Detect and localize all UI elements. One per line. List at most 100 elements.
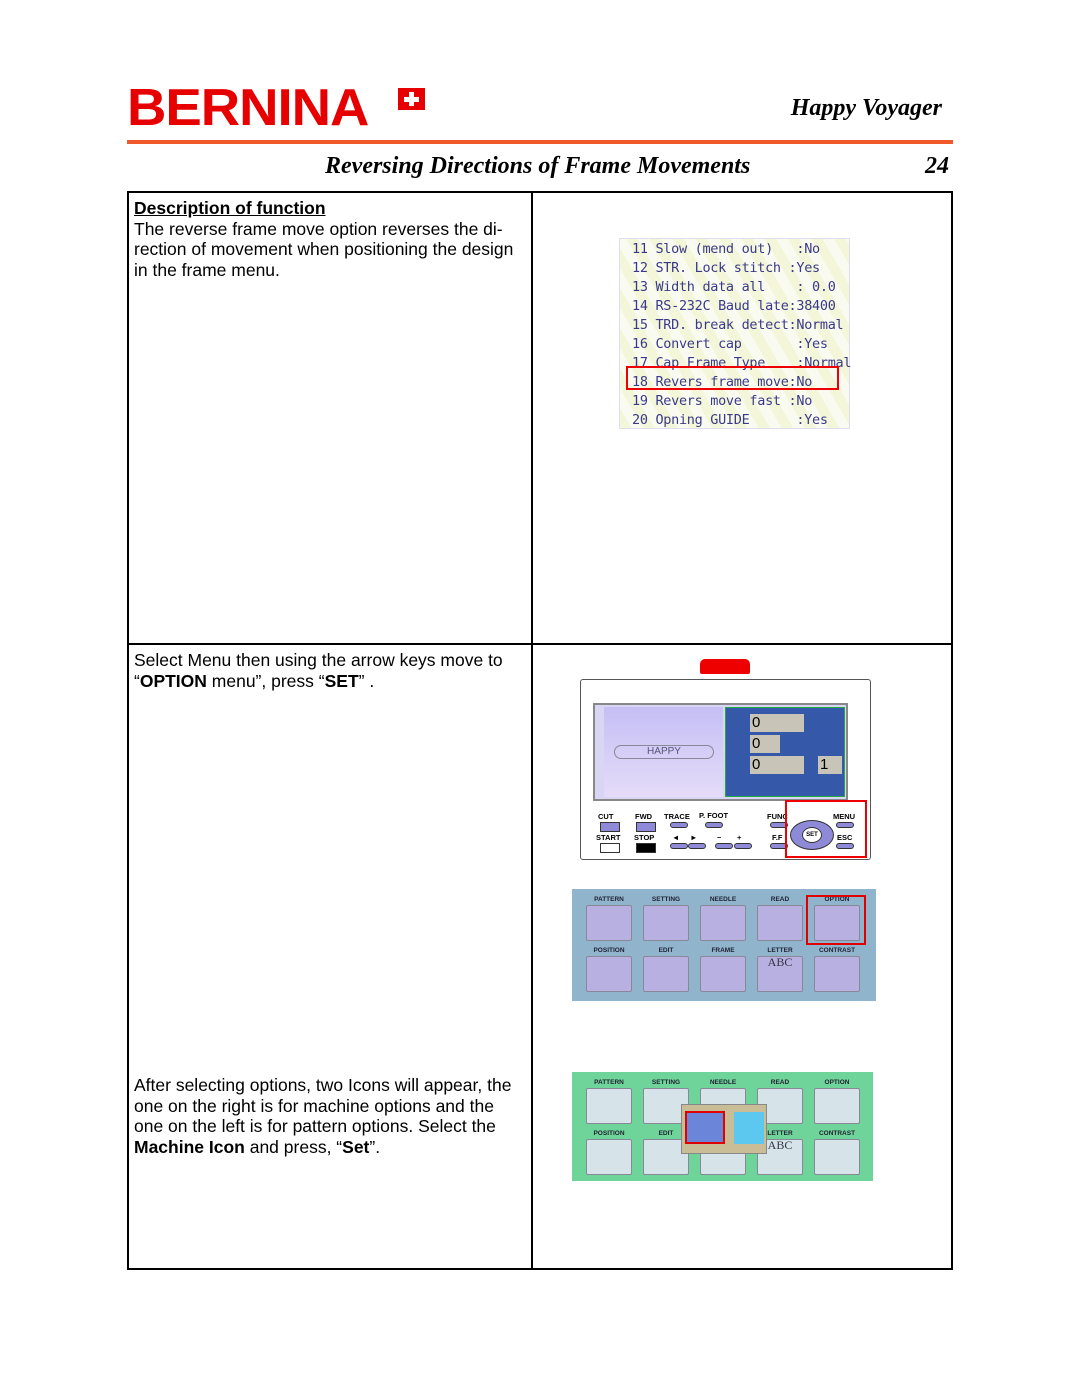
options-lcd-screen: 11 Slow (mend out) :No 12 STR. Lock stitc…: [619, 238, 851, 429]
panel-button: [600, 822, 620, 832]
panel-button: [688, 843, 706, 849]
text: After selecting options, two Icons will …: [134, 1075, 512, 1136]
panel-button-label: F.F: [772, 833, 783, 842]
panel-button-label: TRACE: [664, 812, 690, 821]
panel-button: [705, 822, 723, 828]
menu-item-contrast[interactable]: CONTRAST: [814, 947, 860, 992]
design-preview: HAPPY: [604, 707, 723, 797]
panel-button-label: +: [737, 833, 742, 842]
panel-button: [715, 843, 733, 849]
menu-label: LETTER: [767, 947, 793, 954]
panel-button: [600, 843, 620, 853]
option-line: 11 Slow (mend out) :No: [632, 241, 820, 257]
text: ”.: [369, 1136, 381, 1157]
panel-button-label: START: [596, 833, 621, 842]
menu-label: SETTING: [651, 896, 681, 903]
menu-label: PATTERN: [594, 1079, 624, 1086]
set-word: Set: [342, 1136, 370, 1157]
menu-label: POSITION: [593, 947, 625, 954]
position-icon: [586, 1139, 632, 1175]
menu-item-pattern[interactable]: PATTERN: [586, 1079, 632, 1124]
swiss-cross-icon: [398, 88, 425, 110]
menu-item-position[interactable]: POSITION: [586, 1130, 632, 1175]
letter-icon: ABC: [757, 956, 803, 992]
option-word: OPTION: [139, 670, 207, 691]
main-menu-screen: PATTERN SETTING NEEDLE READ OPTION POSITION ED…: [572, 889, 876, 1001]
menu-label: CONTRAST: [818, 1130, 856, 1137]
page-title: Reversing Directions of Frame Movements: [325, 153, 751, 179]
panel-button-label: −: [717, 833, 722, 842]
option-line: 19 Revers move fast :No: [632, 393, 813, 409]
menu-label: NEEDLE: [709, 896, 737, 903]
needle-icon: [700, 905, 746, 941]
option-line: 15 TRD. break detect:Normal: [632, 317, 844, 333]
menu-label: NEEDLE: [709, 1079, 737, 1086]
menu-item-option[interactable]: OPTION: [806, 895, 866, 945]
menu-item-letter[interactable]: LETTER ABC: [757, 947, 803, 992]
menu-label: READ: [770, 1079, 790, 1086]
bernina-logo: BERNINA: [127, 79, 369, 137]
panel-button: [670, 822, 688, 828]
option-type-popup: [681, 1104, 767, 1154]
machine-icon-word: Machine Icon: [134, 1136, 245, 1157]
menu-item-needle[interactable]: NEEDLE: [700, 896, 746, 941]
machine-options-icon[interactable]: [685, 1111, 725, 1144]
description-cell: Description of function The reverse fram…: [134, 198, 524, 280]
highlight-box: [626, 366, 839, 390]
counter-field: 0: [750, 714, 804, 732]
menu-label: READ: [770, 896, 790, 903]
text: and press, “: [244, 1136, 343, 1157]
menu-label: EDIT: [658, 947, 674, 954]
setting-icon: [643, 905, 689, 941]
menu-item-read[interactable]: READ: [757, 896, 803, 941]
menu-label: FRAME: [711, 947, 735, 954]
menu-label: PATTERN: [594, 896, 624, 903]
option-icon: [814, 1088, 860, 1124]
menu-label: POSITION: [593, 1130, 625, 1137]
menu-item-contrast[interactable]: CONTRAST: [814, 1130, 860, 1175]
menu-item-frame[interactable]: FRAME: [700, 947, 746, 992]
panel-button: [734, 843, 752, 849]
panel-button: [636, 843, 656, 853]
description-heading: Description of function: [134, 198, 326, 218]
counter-field: 1: [818, 756, 842, 774]
menu-item-position[interactable]: POSITION: [586, 947, 632, 992]
menu-label: SETTING: [651, 1079, 681, 1086]
column-divider: [531, 191, 533, 1270]
panel-button-label: P. FOOT: [699, 811, 729, 820]
menu-label: OPTION: [824, 1079, 850, 1086]
row-divider: [127, 643, 953, 645]
pattern-icon: [586, 905, 632, 941]
panel-button-label: ◄: [672, 833, 680, 842]
status-area: 0001: [725, 707, 845, 797]
menu-item-setting[interactable]: SETTING: [643, 896, 689, 941]
option-line: 14 RS-232C Baud late:38400: [632, 298, 836, 314]
brand-title: Happy Voyager: [790, 95, 942, 121]
menu-item-option[interactable]: OPTION: [814, 1079, 860, 1124]
highlight-box: [806, 895, 866, 945]
panel-button-label: FWD: [635, 812, 653, 821]
edit-icon: [643, 956, 689, 992]
counter-field: 0: [750, 735, 780, 753]
option-menu-screen: PATTERN SETTING NEEDLE READ OPTION POSITION ED…: [572, 1072, 873, 1181]
panel-button: [636, 822, 656, 832]
highlight-box: [785, 800, 867, 858]
menu-item-edit[interactable]: EDIT: [643, 947, 689, 992]
step2-text: After selecting options, two Icons will …: [134, 1075, 524, 1157]
design-name: HAPPY: [614, 745, 714, 759]
option-line: 20 Opning GUIDE :Yes: [632, 412, 828, 428]
panel-button: [670, 843, 688, 849]
menu-item-pattern[interactable]: PATTERN: [586, 896, 632, 941]
menu-label: CONTRAST: [818, 947, 856, 954]
page-number: 24: [925, 153, 949, 179]
contrast-icon: [814, 956, 860, 992]
step1-text: Select Menu then using the arrow keys mo…: [134, 650, 524, 691]
text: ” .: [358, 670, 375, 691]
pattern-icon: [586, 1088, 632, 1124]
header-rule: [127, 140, 953, 144]
option-line: 12 STR. Lock stitch :Yes: [632, 260, 820, 276]
set-word: SET: [324, 670, 359, 691]
text: menu”, press “: [206, 670, 325, 691]
pattern-options-icon[interactable]: [734, 1112, 764, 1144]
option-line: 16 Convert cap :Yes: [632, 336, 828, 352]
